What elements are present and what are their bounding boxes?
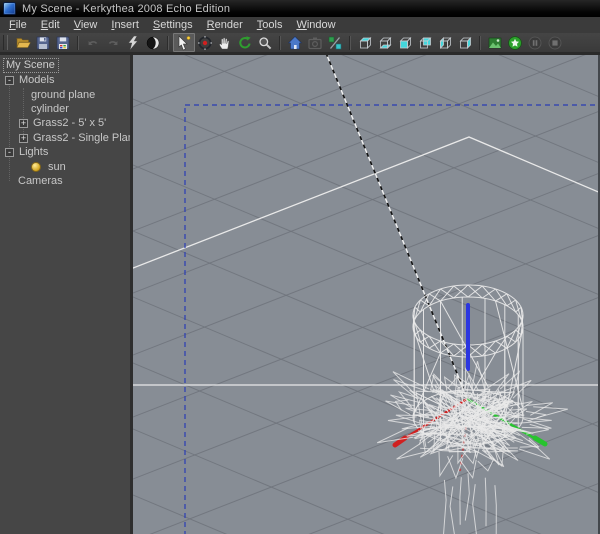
tree-root-my-scene[interactable]: My Scene [3, 58, 59, 73]
gizmo-squares-icon [328, 36, 342, 49]
pan-view-button[interactable] [215, 34, 235, 52]
zoom-view-button[interactable] [255, 34, 275, 52]
app-icon [3, 2, 16, 15]
gamma-night-button[interactable] [143, 34, 163, 52]
tree-item-label: Grass2 - 5' x 5' [33, 117, 107, 129]
quick-light-button[interactable] [123, 34, 143, 52]
home-view-button[interactable] [285, 34, 305, 52]
tree-item-lights[interactable]: - Lights [0, 145, 48, 159]
tree-item-label: ground plane [31, 89, 96, 101]
view-back-button[interactable] [415, 34, 435, 52]
refresh-arrow-icon [239, 35, 251, 48]
tree-item-label: Lights [19, 146, 49, 158]
stop-render-button[interactable] [545, 34, 565, 52]
cube-bottom-icon [379, 36, 391, 49]
toolbar-separator [479, 35, 481, 50]
toolbar-grip[interactable] [3, 35, 8, 50]
moon-contrast-icon [146, 36, 160, 49]
menu-file[interactable]: File [2, 19, 34, 31]
undo-button[interactable] [83, 34, 103, 52]
selection-rect [184, 104, 600, 534]
collapse-icon[interactable]: - [5, 75, 14, 85]
open-file-button[interactable] [13, 34, 33, 52]
menu-settings[interactable]: Settings [146, 19, 200, 31]
menu-edit[interactable]: Edit [34, 19, 67, 31]
view-right-button[interactable] [455, 34, 475, 52]
floppy-disk-icon [36, 36, 50, 49]
tree-item-label: Models [19, 74, 55, 86]
lightning-icon [127, 35, 139, 50]
redo-icon [108, 40, 118, 45]
tree-item-cylinder[interactable]: cylinder [0, 102, 69, 116]
toolbar-separator [349, 35, 351, 50]
title-bar[interactable]: My Scene - Kerkythea 2008 Echo Edition [0, 0, 600, 17]
menu-insert[interactable]: Insert [104, 19, 146, 31]
cube-top-icon [359, 36, 371, 49]
view-bottom-button[interactable] [375, 34, 395, 52]
cube-back-icon [419, 37, 431, 48]
tree-item-label: Cameras [18, 175, 63, 187]
undo-icon [88, 40, 98, 45]
menu-render[interactable]: Render [200, 19, 250, 31]
redo-button[interactable] [103, 34, 123, 52]
ground-plane-outline [133, 136, 600, 386]
scene-tree-panel: My Scene - Models ground plane cylinder … [0, 55, 140, 534]
select-tool-button[interactable] [173, 33, 195, 52]
app-window: My Scene - Kerkythea 2008 Echo Edition F… [0, 0, 600, 534]
camera-photo-icon [308, 37, 322, 49]
render-image-icon [488, 37, 502, 48]
spin-view-button[interactable] [235, 34, 255, 52]
collapse-icon[interactable]: - [5, 147, 14, 157]
lightbulb-icon [31, 162, 41, 172]
menu-view[interactable]: View [67, 19, 105, 31]
magnifier-icon [259, 36, 272, 49]
start-render-icon [508, 35, 522, 50]
orbit-view-button[interactable] [195, 34, 215, 52]
view-top-button[interactable] [355, 34, 375, 52]
cube-front-icon [399, 36, 411, 49]
tree-item-ground-plane[interactable]: ground plane [0, 88, 95, 102]
expand-icon[interactable]: + [19, 133, 28, 143]
start-render-button[interactable] [505, 34, 525, 52]
stop-render-icon [548, 36, 562, 49]
toolbar [0, 33, 600, 55]
hand-icon [219, 37, 230, 49]
expand-icon[interactable]: + [19, 118, 28, 128]
pause-render-button[interactable] [525, 34, 545, 52]
home-icon [287, 35, 303, 49]
tree-item-grass2-single-plane[interactable]: + Grass2 - Single Plane [0, 131, 140, 145]
tree-item-sun[interactable]: sun [0, 160, 66, 174]
open-folder-icon [16, 37, 31, 48]
tree-item-label: cylinder [31, 103, 69, 115]
floppy-disk-color-icon [56, 36, 70, 49]
menu-window[interactable]: Window [289, 19, 342, 31]
cursor-arrow-icon [178, 34, 191, 50]
menu-bar: File Edit View Insert Settings Render To… [0, 17, 600, 33]
tree-item-label: sun [48, 161, 66, 173]
tree-item-models[interactable]: - Models [0, 73, 54, 87]
snapshot-button[interactable] [305, 34, 325, 52]
pause-render-icon [528, 36, 542, 49]
tree-item-grass2-5x5[interactable]: + Grass2 - 5' x 5' [0, 116, 106, 130]
cube-left-icon [439, 36, 451, 49]
floor-grid [133, 55, 600, 534]
orbit-target-icon [198, 35, 212, 50]
tree-item-cameras[interactable]: Cameras [0, 174, 63, 188]
save-button[interactable] [33, 34, 53, 52]
toolbar-separator [77, 35, 79, 50]
3d-viewport-canvas[interactable] [133, 55, 600, 534]
render-scene-button[interactable] [485, 34, 505, 52]
view-front-button[interactable] [395, 34, 415, 52]
toolbar-separator [279, 35, 281, 50]
save-as-button[interactable] [53, 34, 73, 52]
window-title: My Scene - Kerkythea 2008 Echo Edition [22, 2, 231, 15]
grass-wireframe [376, 361, 568, 534]
menu-tools[interactable]: Tools [250, 19, 290, 31]
gizmo-toggle-button[interactable] [325, 34, 345, 52]
toolbar-separator [167, 35, 169, 50]
tree-item-label: Grass2 - Single Plane [33, 132, 140, 144]
view-left-button[interactable] [435, 34, 455, 52]
cube-right-icon [459, 36, 471, 49]
